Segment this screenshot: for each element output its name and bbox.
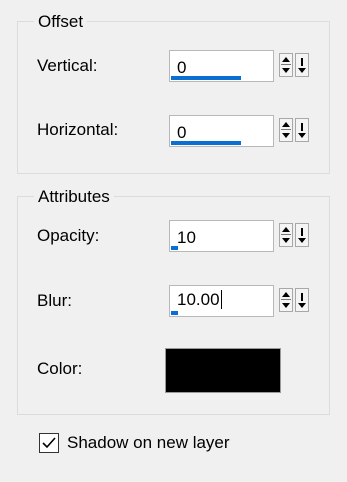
slider-dropdown-icon [298,133,306,138]
opacity-label: Opacity: [37,226,100,245]
vertical-spin [169,50,309,82]
color-swatch[interactable] [165,348,281,393]
arrow-down-icon [282,238,290,243]
arrow-down-icon [282,133,290,138]
horizontal-updown-button[interactable] [279,118,293,142]
vertical-slider-button[interactable] [295,53,309,77]
opacity-input[interactable] [169,220,274,252]
horizontal-slider-button[interactable] [295,118,309,142]
slider-dropdown-icon [298,303,306,308]
blur-input[interactable]: 10.00 [169,285,274,317]
horizontal-spin [169,115,309,147]
horizontal-progress-bar [171,141,241,145]
vertical-updown-button[interactable] [279,53,293,77]
offset-group: Offset [17,11,330,174]
arrow-up-icon [282,122,290,127]
blur-slider-button[interactable] [295,288,309,312]
vertical-progress-bar [171,76,241,80]
text-caret [220,290,222,309]
arrow-up-icon [282,57,290,62]
checkmark-icon [42,437,56,449]
arrow-down-icon [282,68,290,73]
opacity-slider-button[interactable] [295,223,309,247]
offset-group-title: Offset [34,11,88,33]
blur-updown-button[interactable] [279,288,293,312]
slider-dropdown-icon [298,238,306,243]
arrow-down-icon [282,303,290,308]
arrow-up-icon [282,292,290,297]
shadow-on-new-layer-label: Shadow on new layer [67,433,230,452]
slider-dropdown-icon [298,68,306,73]
color-label: Color: [37,359,83,378]
opacity-updown-button[interactable] [279,223,293,247]
blur-label: Blur: [37,291,72,310]
opacity-progress-bar [171,246,178,250]
blur-value: 10.00 [177,290,220,309]
blur-spin: 10.00 [169,285,309,317]
attributes-group-title: Attributes [34,186,114,208]
horizontal-label: Horizontal: [37,120,119,139]
vertical-label: Vertical: [37,56,98,75]
blur-progress-bar [171,311,178,315]
shadow-on-new-layer-checkbox[interactable] [39,433,59,453]
arrow-up-icon [282,227,290,232]
opacity-spin [169,220,309,252]
